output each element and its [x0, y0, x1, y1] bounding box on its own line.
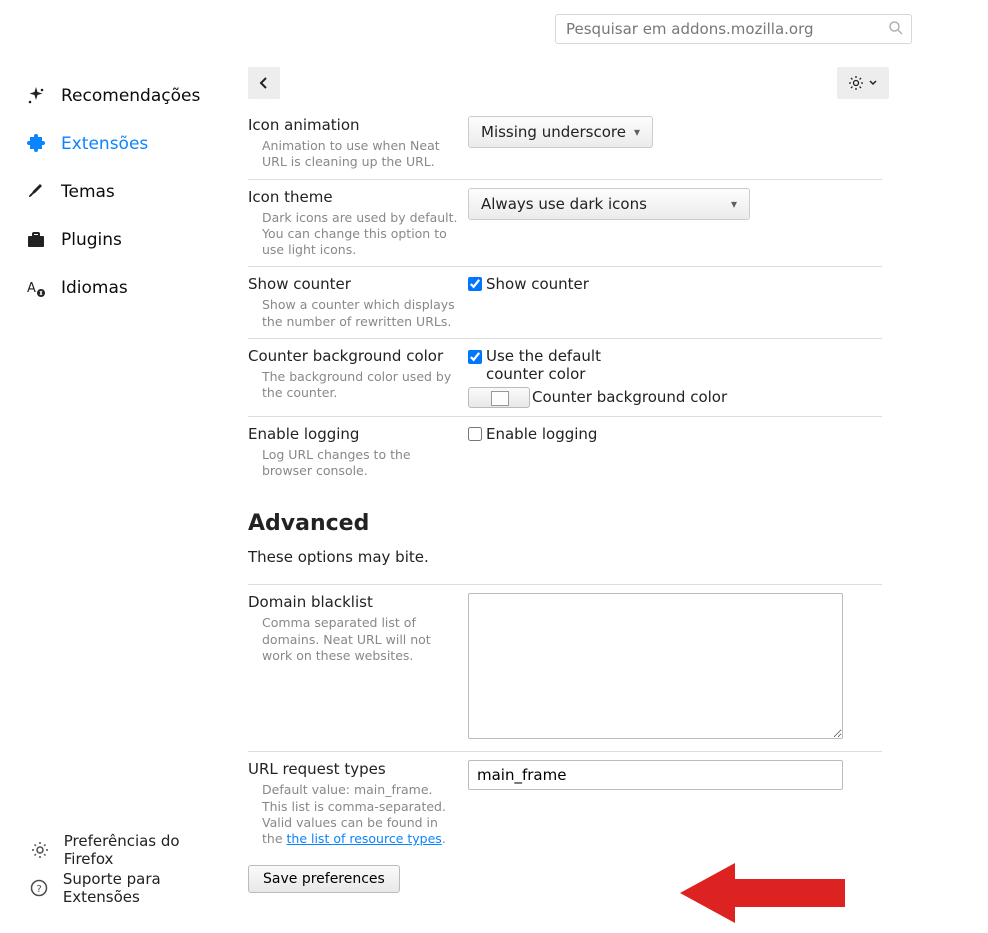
option-label: Show counter	[248, 275, 458, 293]
option-label: Icon theme	[248, 188, 458, 206]
toolbar	[232, 58, 988, 108]
puzzle-icon	[25, 133, 47, 155]
show-counter-checkbox[interactable]	[468, 277, 482, 291]
default-counter-color-row: Use the default counter color	[468, 347, 882, 383]
save-preferences-button[interactable]: Save preferences	[248, 865, 400, 893]
checkbox-label: Enable logging	[486, 425, 597, 443]
sidebar-item-label: Extensões	[61, 134, 148, 154]
search-icon	[888, 20, 904, 36]
sidebar-item-languages[interactable]: A Idiomas	[0, 264, 232, 312]
sparkle-icon	[25, 85, 47, 107]
briefcase-icon	[25, 229, 47, 251]
chevron-left-icon	[257, 76, 271, 90]
sidebar-item-label: Plugins	[61, 230, 122, 250]
back-button[interactable]	[248, 67, 280, 99]
select-value: Always use dark icons	[481, 195, 647, 213]
extension-options: Icon animation Animation to use when Nea…	[232, 108, 898, 933]
language-icon: A	[25, 277, 47, 299]
option-description: Default value: main_frame. This list is …	[248, 782, 458, 847]
option-label: Icon animation	[248, 116, 458, 134]
checkbox-label: Use the default counter color	[486, 347, 656, 383]
option-domain-blacklist: Domain blacklist Comma separated list of…	[248, 584, 882, 751]
option-url-request-types: URL request types Default value: main_fr…	[248, 751, 882, 855]
chevron-down-icon	[868, 78, 878, 88]
show-counter-checkbox-row: Show counter	[468, 275, 882, 293]
option-description: Comma separated list of domains. Neat UR…	[248, 615, 458, 664]
sidebar-item-label: Recomendações	[61, 86, 200, 106]
option-label: Domain blacklist	[248, 593, 458, 611]
search-input-wrap	[555, 14, 912, 44]
option-label: Counter background color	[248, 347, 458, 365]
advanced-heading: Advanced	[248, 511, 882, 536]
counter-color-swatch[interactable]	[468, 387, 530, 408]
option-description: Show a counter which displays the number…	[248, 297, 458, 330]
sidebar-item-plugins[interactable]: Plugins	[0, 216, 232, 264]
settings-dropdown-button[interactable]	[837, 67, 889, 99]
sidebar-item-themes[interactable]: Temas	[0, 168, 232, 216]
option-description: Dark icons are used by default. You can …	[248, 210, 458, 259]
sidebar-firefox-prefs[interactable]: Preferências do Firefox	[0, 831, 232, 869]
select-value: Missing underscore	[481, 123, 626, 141]
svg-text:A: A	[27, 281, 36, 296]
option-counter-bg: Counter background color The background …	[248, 338, 882, 416]
enable-logging-row: Enable logging	[468, 425, 882, 443]
checkbox-label: Show counter	[486, 275, 589, 293]
svg-text:?: ?	[37, 884, 42, 895]
resource-types-link[interactable]: the list of resource types	[287, 831, 442, 846]
gear-icon	[30, 840, 50, 860]
domain-blacklist-textarea[interactable]	[468, 593, 843, 739]
search-input[interactable]	[555, 14, 912, 44]
sidebar-extension-support[interactable]: ? Suporte para Extensões	[0, 869, 232, 907]
help-icon: ?	[30, 878, 49, 898]
option-enable-logging: Enable logging Log URL changes to the br…	[248, 416, 882, 488]
icon-animation-select[interactable]: Missing underscore ▾	[468, 116, 653, 148]
sidebar-item-extensions[interactable]: Extensões	[0, 120, 232, 168]
option-show-counter: Show counter Show a counter which displa…	[248, 266, 882, 338]
default-counter-color-checkbox[interactable]	[468, 350, 482, 364]
sidebar-item-label: Idiomas	[61, 278, 128, 298]
option-label: URL request types	[248, 760, 458, 778]
enable-logging-checkbox[interactable]	[468, 427, 482, 441]
url-request-types-input[interactable]	[468, 760, 843, 790]
icon-theme-select[interactable]: Always use dark icons ▾	[468, 188, 750, 220]
sidebar-bottom-label: Preferências do Firefox	[64, 832, 232, 868]
arrow-annotation	[680, 853, 850, 933]
option-description: Animation to use when Neat URL is cleani…	[248, 138, 458, 171]
gear-icon	[848, 75, 864, 91]
header	[0, 0, 988, 58]
advanced-hint: These options may bite.	[248, 548, 882, 566]
option-icon-animation: Icon animation Animation to use when Nea…	[248, 108, 882, 179]
sidebar: Recomendações Extensões Temas Plugins A …	[0, 58, 232, 921]
sidebar-item-label: Temas	[61, 182, 115, 202]
brush-icon	[25, 181, 47, 203]
option-icon-theme: Icon theme Dark icons are used by defaul…	[248, 179, 882, 267]
option-description: The background color used by the counter…	[248, 369, 458, 402]
sidebar-item-recommendations[interactable]: Recomendações	[0, 72, 232, 120]
chevron-down-icon: ▾	[634, 125, 640, 139]
swatch-label: Counter background color	[532, 388, 727, 406]
sidebar-bottom-label: Suporte para Extensões	[63, 870, 232, 906]
option-label: Enable logging	[248, 425, 458, 443]
chevron-down-icon: ▾	[731, 197, 737, 211]
main: Icon animation Animation to use when Nea…	[232, 58, 988, 933]
option-description: Log URL changes to the browser console.	[248, 447, 458, 480]
